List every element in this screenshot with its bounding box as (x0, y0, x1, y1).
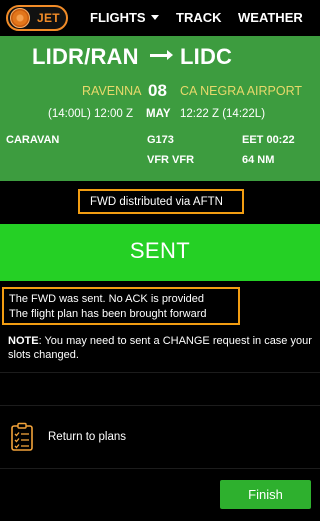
divider (0, 372, 320, 373)
distribution-text: FWD distributed via AFTN (90, 196, 223, 208)
departure-airport-name: RAVENNA (82, 84, 142, 98)
callsign: G173 (147, 134, 174, 146)
finish-button[interactable]: Finish (220, 480, 311, 509)
divider (0, 468, 320, 469)
logo-text: JET (37, 11, 60, 25)
flight-distance: 64 NM (242, 154, 275, 166)
nav-weather[interactable]: WEATHER (238, 10, 303, 25)
divider (0, 405, 320, 406)
top-navigation: JET FLIGHTS TRACK WEATHER (0, 0, 320, 36)
return-to-plans-link[interactable]: Return to plans (0, 418, 320, 458)
nav-flights-label: FLIGHTS (90, 10, 146, 25)
departure-time: (14:00L) 12:00 Z (48, 108, 134, 120)
flight-day: 08 (148, 81, 167, 100)
message-line: The flight plan has been brought forward (9, 308, 207, 320)
arrival-code: LIDC (180, 44, 233, 69)
aircraft-type: CARAVAN (6, 134, 60, 146)
return-to-plans-label: Return to plans (48, 431, 126, 443)
note-label: NOTE (8, 335, 39, 347)
logo[interactable]: JET (6, 5, 68, 31)
arrival-time: 12:22 Z (14:22L) (180, 108, 266, 120)
chevron-down-icon (150, 15, 159, 20)
arrow-right-icon (150, 50, 173, 60)
arrival-airport-name: CA NEGRA AIRPORT (180, 84, 303, 98)
flight-month: MAY (146, 108, 171, 120)
nav-track[interactable]: TRACK (176, 10, 222, 25)
send-result-message: The FWD was sent. No ACK is provided The… (2, 287, 240, 325)
clipboard-checklist-icon (11, 422, 33, 451)
nav-flights[interactable]: FLIGHTS (90, 10, 159, 25)
flight-summary: LIDR/RAN LIDC RAVENNA 08 CA NEGRA AIRPOR… (0, 36, 320, 181)
message-line: The FWD was sent. No ACK is provided (9, 293, 205, 305)
estimated-elapsed-time: EET 00:22 (242, 134, 295, 146)
slot-change-note: NOTE: You may need to sent a CHANGE requ… (8, 334, 313, 362)
note-text: : You may need to sent a CHANGE request … (8, 335, 312, 361)
departure-code: LIDR/RAN (32, 44, 139, 69)
flight-rules: VFR VFR (147, 154, 195, 166)
status-text: SENT (129, 238, 191, 263)
distribution-notice: FWD distributed via AFTN (78, 189, 244, 214)
logo-icon (10, 8, 30, 28)
status-banner: SENT (0, 224, 320, 281)
